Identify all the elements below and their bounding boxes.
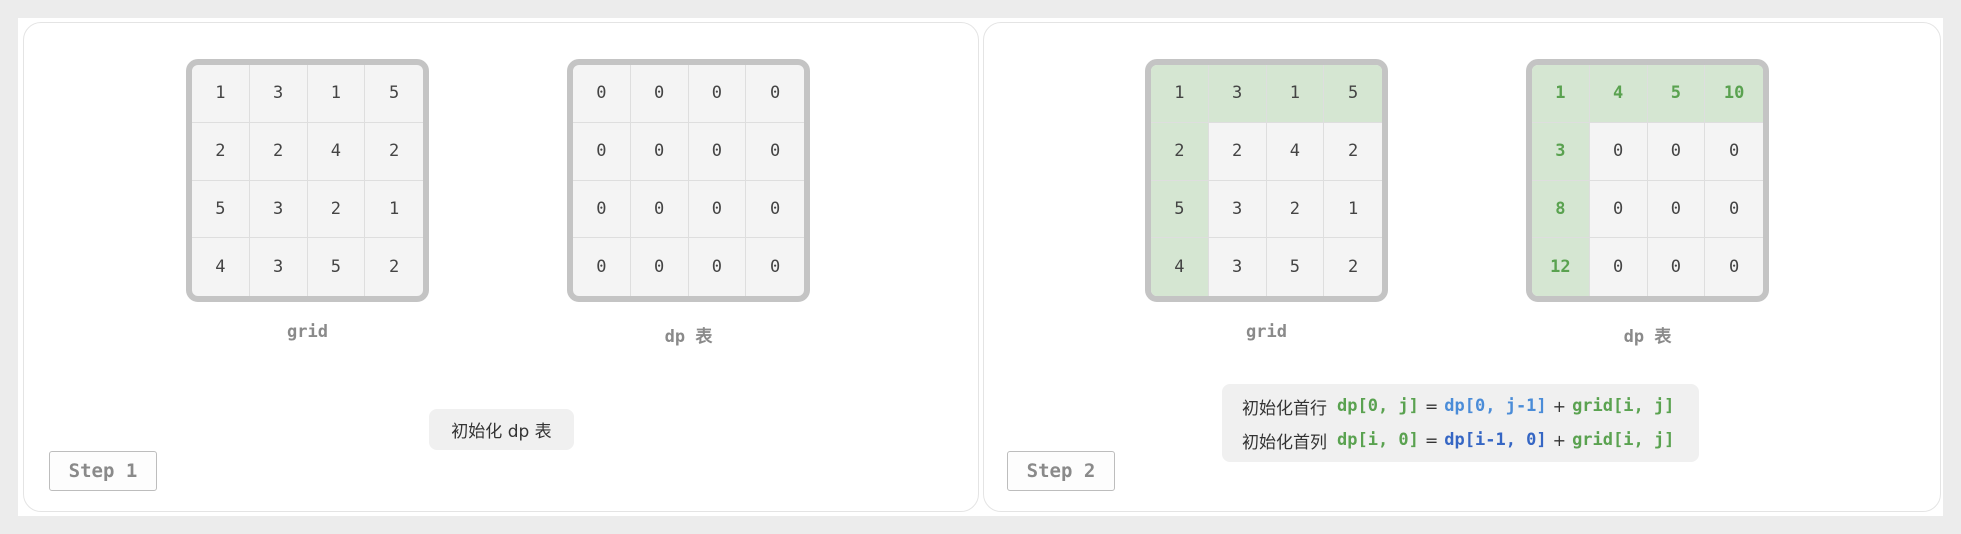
step-2-grid-cell-0-3: 5: [1324, 65, 1382, 123]
step-2-grid-cell-2-2: 2: [1266, 180, 1325, 239]
step-1-dp-cell-1-0: 0: [573, 122, 631, 181]
step-2-grid-cell-1-2: 4: [1266, 122, 1325, 181]
step-1-grid-cell-0-1: 3: [249, 65, 308, 123]
step-2-dp-cell-3-0: 12: [1532, 238, 1590, 296]
step-1-dp-cell-2-1: 0: [630, 180, 689, 239]
step-1-dp-cell-3-2: 0: [689, 238, 747, 296]
step-1-dp-cell-3-0: 0: [573, 238, 631, 296]
step-1-dp-cell-0-1: 0: [630, 65, 689, 123]
formula-first-col: 初始化首列 dp[i, 0] = dp[i-1, 0] + grid[i, j]: [1242, 428, 1675, 453]
step-2-dp-cell-1-2: 0: [1647, 122, 1706, 181]
step-2-dp-cell-3-3: 0: [1729, 257, 1740, 278]
step-2-grid-cell-0-2: 1: [1266, 65, 1325, 123]
step-2-dp-cell-2-2: 0: [1647, 180, 1706, 239]
step-2-grid-cell-2-1: 3: [1208, 180, 1267, 239]
step-1-dp-cell-0-2: 0: [688, 65, 747, 123]
formula-col-term2: grid[i, j]: [1572, 430, 1675, 450]
step-1-grid-cell-0-3: 5: [365, 65, 423, 123]
step-2-grid-cell-0-0: 1: [1151, 65, 1209, 123]
step-2-dp-cell-0-0: 1: [1532, 65, 1590, 123]
step-2-dp-caption: dp 表: [1623, 327, 1672, 347]
step-2-grid-cell-3-2: 5: [1267, 238, 1325, 296]
step-1-grid-cell-0-2: 1: [307, 65, 366, 123]
step-2-dp-cell-3-2: 0: [1648, 238, 1706, 296]
step-1-dp-caption: dp 表: [664, 327, 713, 347]
step-1-grid-cell-2-1: 3: [249, 180, 308, 239]
step-1-dp-cell-3-3: 0: [770, 257, 781, 278]
formula-row-eq: =: [1424, 396, 1439, 416]
step-2-dp-cell-2-0: 8: [1532, 180, 1590, 239]
step-2-grid-table: 1315224253214352: [1145, 59, 1388, 302]
step-1-grid-caption: grid: [287, 322, 328, 342]
step-1-note: 初始化 dp 表: [429, 409, 574, 450]
step-1-grid-cell-1-0: 2: [192, 122, 250, 181]
step-2-grid-cell-1-3: 2: [1324, 123, 1382, 181]
formula-col-label: 初始化首列: [1242, 432, 1327, 453]
step-1-grid-cell-0-0: 1: [192, 65, 250, 123]
formula-col-lhs: dp[i, 0]: [1337, 430, 1419, 450]
step-1-dp-cell-1-1: 0: [630, 122, 689, 181]
step-2-grid-cell-3-1: 3: [1209, 238, 1267, 296]
step-2-dp-table: 1 4 5 10 3 0 0 0 8 0 0 0 12 0 0 0: [1526, 59, 1769, 302]
step-2-grid-cell-0-1: 3: [1208, 65, 1267, 123]
step-1-label: Step 1: [49, 451, 157, 491]
step-1-dp-cell-0-0: 0: [573, 65, 631, 123]
step-2-grid-cell-1-0: 2: [1151, 122, 1209, 181]
step-1-dp-cell-3-1: 0: [631, 238, 689, 296]
step-2-dp-cell-3-1: 0: [1590, 238, 1648, 296]
step-2-grid-cell-2-0: 5: [1151, 180, 1209, 239]
step-2-grid-cell-3-0: 4: [1151, 238, 1209, 296]
step-1-grid-cell-2-0: 5: [192, 180, 250, 239]
formula-row-plus: +: [1552, 396, 1567, 416]
formula-col-term1: dp[i-1, 0]: [1444, 430, 1547, 450]
step-1-grid-cell-3-0: 4: [192, 238, 250, 296]
step-2-grid-caption: grid: [1246, 322, 1287, 342]
formula-col-eq: =: [1424, 430, 1439, 450]
step-1-grid-cell-1-2: 4: [307, 122, 366, 181]
step-1-dp-cell-1-3: 0: [746, 123, 804, 181]
step-1-grid-cell-3-3: 2: [389, 257, 400, 278]
step-1-grid-cell-1-3: 2: [365, 123, 423, 181]
step-2-dp-cell-1-3: 0: [1705, 123, 1763, 181]
step-1-grid-cell-3-1: 3: [250, 238, 308, 296]
formula-row-lhs: dp[0, j]: [1337, 396, 1419, 416]
step-2-grid-cell-1-1: 2: [1208, 122, 1267, 181]
step-1-grid-table: 1315224253214352: [186, 59, 429, 302]
step-1-grid-cell-1-1: 2: [249, 122, 308, 181]
step-2-dp-cell-2-3: 0: [1705, 181, 1763, 239]
step-2-label: Step 2: [1007, 451, 1115, 491]
step-1-dp-cell-0-3: 0: [746, 65, 804, 123]
step-1-grid-cell-2-2: 2: [307, 180, 366, 239]
step-2-dp-cell-2-1: 0: [1589, 180, 1648, 239]
step-2-grid-cell-2-3: 1: [1324, 181, 1382, 239]
step-1-dp-cell-1-2: 0: [688, 122, 747, 181]
step-1-dp-cell-2-3: 0: [746, 181, 804, 239]
step-1-dp-table: 0000000000000000: [567, 59, 810, 302]
step-1-grid-cell-2-3: 1: [365, 181, 423, 239]
step-1-dp-cell-2-2: 0: [688, 180, 747, 239]
step-2-grid-cell-3-3: 2: [1348, 257, 1359, 278]
step-2-dp-cell-0-1: 4: [1589, 65, 1648, 123]
step-2-dp-cell-0-2: 5: [1647, 65, 1706, 123]
formula-first-row: 初始化首行 dp[0, j] = dp[0, j-1] + grid[i, j]: [1242, 394, 1675, 419]
step-1-dp-cell-2-0: 0: [573, 180, 631, 239]
step-1-grid-cell-3-2: 5: [308, 238, 366, 296]
step-2-dp-cell-0-3: 10: [1705, 65, 1763, 123]
step-2-dp-cell-1-0: 3: [1532, 122, 1590, 181]
formula-row-term1: dp[0, j-1]: [1444, 396, 1547, 416]
formula-col-plus: +: [1552, 430, 1567, 450]
formula-row-term2: grid[i, j]: [1572, 396, 1675, 416]
step-2-dp-cell-1-1: 0: [1589, 122, 1648, 181]
formula-row-label: 初始化首行: [1242, 398, 1327, 419]
step-2-formula-box: 初始化首行 dp[0, j] = dp[0, j-1] + grid[i, j]…: [1222, 384, 1699, 462]
